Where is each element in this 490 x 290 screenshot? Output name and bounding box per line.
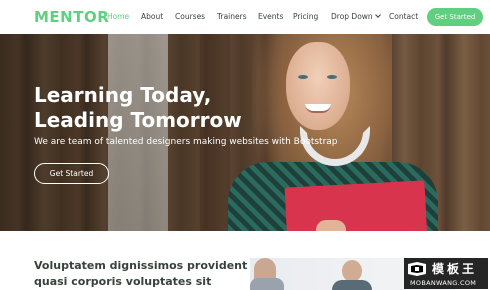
watermark-url: MOBANWANG.COM bbox=[410, 279, 477, 287]
hero-title-line1: Learning Today, bbox=[34, 83, 212, 107]
about-heading-line2: quasi corporis voluptates sit bbox=[34, 275, 212, 288]
nav-courses[interactable]: Courses bbox=[175, 12, 205, 21]
logo[interactable]: MENTOR bbox=[34, 8, 109, 26]
watermark-logo-icon bbox=[408, 262, 426, 276]
person-shirt bbox=[250, 278, 284, 290]
get-started-button[interactable]: Get Started bbox=[427, 8, 483, 26]
hero-student-hand bbox=[316, 220, 346, 231]
watermark-brand: 模板王 bbox=[432, 262, 478, 276]
hero-title-line2: Leading Tomorrow bbox=[34, 108, 242, 132]
about-heading: Voluptatem dignissimos provident quasi c… bbox=[34, 258, 247, 290]
hero-student-face bbox=[286, 42, 350, 130]
chevron-down-icon bbox=[374, 12, 381, 18]
nav-contact[interactable]: Contact bbox=[389, 12, 418, 21]
nav-trainers[interactable]: Trainers bbox=[217, 12, 247, 21]
nav-dropdown-label: Drop Down bbox=[331, 12, 373, 21]
hero-student-eye bbox=[298, 75, 308, 79]
nav-dropdown[interactable]: Drop Down bbox=[331, 12, 381, 21]
binder-image bbox=[284, 180, 428, 231]
about-heading-line1: Voluptatem dignissimos provident bbox=[34, 259, 248, 272]
nav-events[interactable]: Events bbox=[258, 12, 283, 21]
hero-subtitle: We are team of talented designers making… bbox=[34, 137, 338, 147]
hero-get-started-button[interactable]: Get Started bbox=[34, 163, 109, 184]
nav-about[interactable]: About bbox=[141, 12, 163, 21]
person-shirt bbox=[332, 280, 372, 290]
nav-pricing[interactable]: Pricing bbox=[293, 12, 318, 21]
site-header: MENTOR Home About Courses Trainers Event… bbox=[0, 0, 490, 34]
hero-title: Learning Today, Leading Tomorrow bbox=[34, 83, 242, 133]
person-image bbox=[342, 260, 362, 282]
hero-student-eye bbox=[327, 75, 337, 79]
nav-home[interactable]: Home bbox=[107, 12, 129, 21]
watermark: 模板王 MOBANWANG.COM bbox=[404, 258, 488, 289]
